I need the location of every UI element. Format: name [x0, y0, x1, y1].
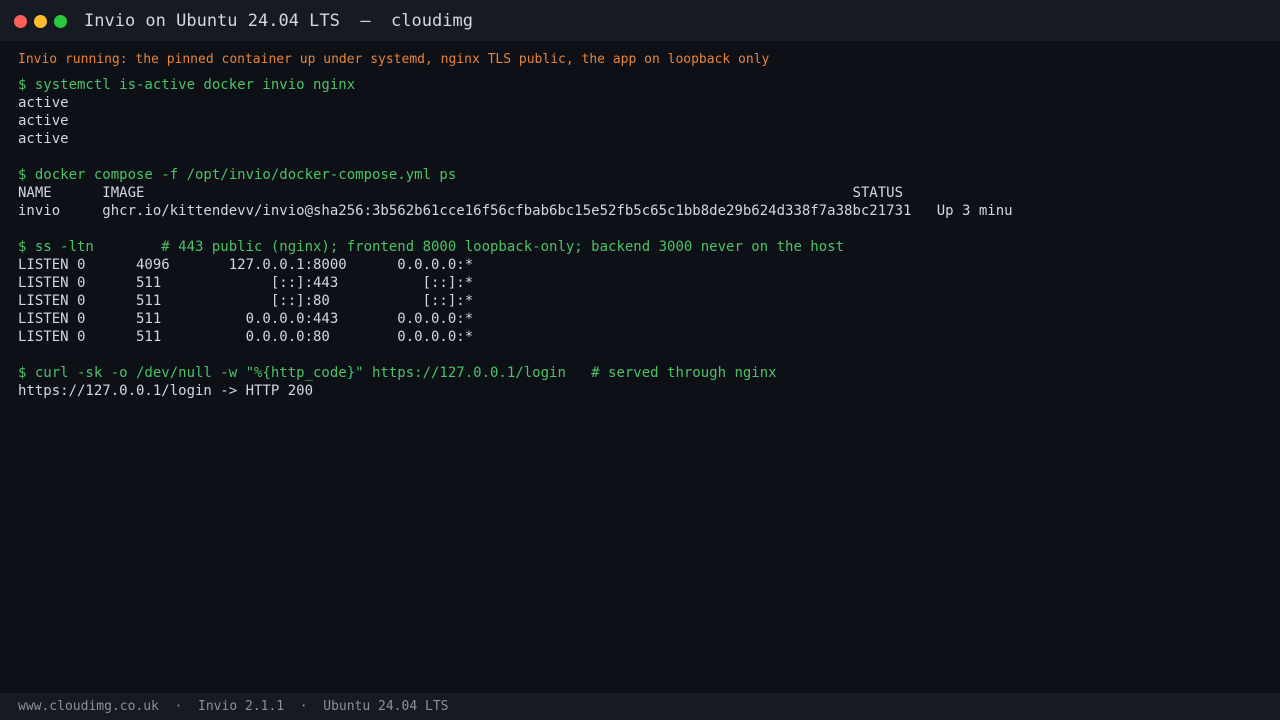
status-bar-text: www.cloudimg.co.uk · Invio 2.1.1 · Ubunt…	[18, 699, 449, 714]
terminal-output-line: LISTEN 0 511 [::]:80 [::]:*	[18, 293, 474, 309]
minimize-window-icon[interactable]	[34, 15, 47, 28]
status-banner: Invio running: the pinned container up u…	[18, 52, 770, 67]
terminal-output-line: LISTEN 0 4096 127.0.0.1:8000 0.0.0.0:*	[18, 257, 474, 273]
terminal-command-line: $ docker compose -f /opt/invio/docker-co…	[18, 167, 457, 183]
terminal-output-line: invio ghcr.io/kittendevv/invio@sha256:3b…	[18, 203, 1013, 219]
terminal-output[interactable]: Invio running: the pinned container up u…	[18, 50, 1280, 400]
terminal-output-line: LISTEN 0 511 [::]:443 [::]:*	[18, 275, 474, 291]
window-title: Invio on Ubuntu 24.04 LTS — cloudimg	[84, 11, 473, 31]
terminal-command-line: $ systemctl is-active docker invio nginx	[18, 77, 356, 93]
title-bar: Invio on Ubuntu 24.04 LTS — cloudimg	[0, 0, 1280, 41]
terminal-lines: $ systemctl is-active docker invio nginx…	[18, 76, 1280, 400]
terminal-command-line: $ ss -ltn # 443 public (nginx); frontend…	[18, 239, 845, 255]
terminal-output-line: active	[18, 113, 69, 129]
close-window-icon[interactable]	[14, 15, 27, 28]
status-bar: www.cloudimg.co.uk · Invio 2.1.1 · Ubunt…	[0, 693, 1280, 720]
terminal-output-line: NAME IMAGE STATUS	[18, 185, 904, 201]
terminal-output-line: active	[18, 95, 69, 111]
terminal-output-line: active	[18, 131, 69, 147]
terminal-output-line: LISTEN 0 511 0.0.0.0:443 0.0.0.0:*	[18, 311, 474, 327]
terminal-output-line: LISTEN 0 511 0.0.0.0:80 0.0.0.0:*	[18, 329, 474, 345]
maximize-window-icon[interactable]	[54, 15, 67, 28]
terminal-command-line: $ curl -sk -o /dev/null -w "%{http_code}…	[18, 365, 777, 381]
terminal-output-line: https://127.0.0.1/login -> HTTP 200	[18, 383, 314, 399]
